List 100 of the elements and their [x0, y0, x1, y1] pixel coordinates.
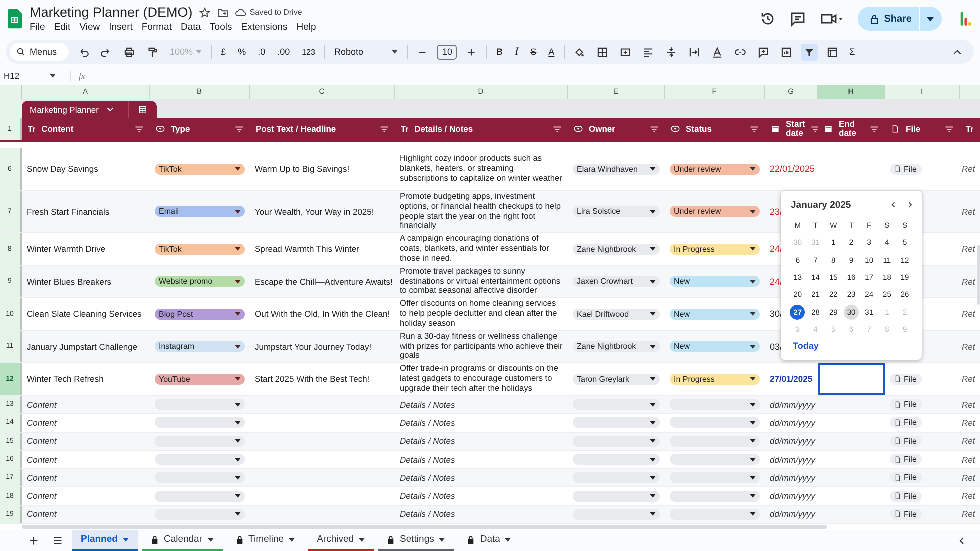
bold-button[interactable]: B [493, 47, 506, 57]
filter-icon[interactable] [870, 126, 879, 132]
status-chip[interactable]: New [670, 308, 760, 320]
filter-icon[interactable] [235, 126, 244, 132]
file-chip[interactable]: File [890, 374, 922, 384]
italic-button[interactable]: I [512, 46, 522, 58]
owner-chip[interactable]: Zane Nightbrook [573, 341, 660, 352]
menu-item[interactable]: Extensions [241, 22, 288, 33]
file-chip[interactable]: File [890, 454, 922, 466]
comment-icon[interactable] [790, 11, 806, 27]
column-heading[interactable]: Tr [960, 118, 980, 140]
type-chip[interactable]: Instagram [155, 341, 245, 352]
number-format-button[interactable]: 123 [299, 48, 318, 56]
previous-month-icon[interactable] [890, 201, 898, 209]
currency-format-button[interactable]: £ [218, 47, 230, 57]
status-chip[interactable]: Under review [670, 206, 760, 217]
sheet-tab[interactable]: Data [458, 530, 520, 551]
column-heading[interactable]: Tr Details / Notes [395, 118, 568, 140]
file-chip[interactable]: File [890, 399, 922, 410]
type-chip[interactable]: Blog Post [155, 308, 245, 320]
owner-chip[interactable]: Lira Solstice [573, 206, 660, 217]
column-heading[interactable]: Status [665, 118, 765, 140]
status-chip[interactable]: Under review [670, 164, 760, 174]
menu-item[interactable]: Tools [210, 22, 232, 33]
filter-icon[interactable] [650, 126, 659, 132]
next-month-icon[interactable] [906, 201, 914, 209]
name-box[interactable]: H12 [4, 70, 56, 80]
filter-icon[interactable] [811, 126, 818, 132]
sheet-tab[interactable]: Settings [378, 530, 454, 551]
column-heading[interactable]: Tr Content [22, 118, 150, 140]
scrollbar-thumb[interactable] [977, 245, 980, 305]
type-chip[interactable]: TikTok [155, 164, 245, 174]
column-heading[interactable]: Owner [568, 118, 665, 140]
date-cell: 22/01/2025 [770, 164, 816, 174]
owner-chip[interactable]: Zane Nightbrook [573, 244, 660, 254]
column-heading[interactable]: File [885, 118, 960, 140]
bar-chart-icon[interactable] [960, 10, 972, 28]
table-cell: Out With the Old, In With the Clean! [255, 309, 390, 319]
file-chip[interactable]: File [890, 164, 922, 174]
menu-item[interactable]: View [80, 22, 100, 33]
strikethrough-button[interactable]: S [528, 47, 540, 57]
font-size-field[interactable]: 10 [437, 44, 458, 60]
type-chip[interactable]: Email [155, 206, 245, 217]
column-heading[interactable]: Type [150, 118, 250, 140]
filter-icon[interactable] [380, 126, 389, 132]
menu-item[interactable]: Help [296, 22, 316, 33]
menu-item[interactable]: Insert [109, 22, 133, 33]
menu-item[interactable]: Edit [54, 22, 71, 33]
filter-icon[interactable] [553, 126, 562, 132]
search-menus-field[interactable]: Menus [10, 43, 70, 61]
filter-icon[interactable] [945, 126, 954, 132]
selected-cell[interactable] [818, 363, 885, 395]
menu-item[interactable]: Format [142, 22, 172, 33]
status-chip[interactable]: In Progress [670, 244, 760, 254]
menu-item[interactable]: Data [180, 22, 202, 33]
share-button[interactable]: Share [858, 7, 942, 31]
functions-button[interactable]: Σ [846, 47, 858, 57]
status-chip[interactable]: New [670, 341, 760, 352]
sheet-tab[interactable]: Archived [308, 530, 374, 551]
table-cell-text: Promote travel packages to sunny destinations or virtual entertainment options to combat seasonal affective disorder [400, 266, 562, 296]
status-chip[interactable]: In Progress [670, 374, 760, 384]
increase-decimal-button[interactable]: .00 [274, 47, 294, 57]
column-heading[interactable]: Start date [765, 118, 818, 140]
column-heading[interactable]: End date [818, 118, 885, 140]
font-dropdown[interactable]: Roboto [331, 47, 402, 57]
sheet-tab[interactable]: Planned [72, 530, 138, 551]
text-color-button[interactable]: A [546, 47, 558, 57]
status-chip[interactable]: New [670, 276, 760, 287]
file-chip[interactable]: File [890, 417, 922, 428]
owner-chip[interactable]: Taron Greylark [573, 374, 660, 384]
table-cell: Escape the Chill—Adventure Awaits! [255, 276, 393, 286]
sheet-tab[interactable]: Timeline [226, 530, 304, 551]
filter-icon[interactable] [750, 126, 759, 132]
table-view-tab[interactable] [128, 101, 157, 118]
column-heading[interactable]: Post Text / Headline [250, 118, 395, 140]
sheets-logo-icon[interactable] [8, 9, 22, 29]
filter-icon[interactable] [800, 44, 818, 60]
owner-chip[interactable]: Jaxen Crowhart [573, 276, 660, 287]
table-name-tab[interactable]: Marketing Planner [22, 101, 128, 118]
filter-icon[interactable] [135, 126, 144, 132]
type-chip[interactable]: YouTube [155, 374, 245, 384]
file-chip[interactable]: File [890, 508, 922, 520]
today-link[interactable]: Today [789, 341, 914, 352]
file-chip[interactable]: File [890, 436, 922, 447]
decrease-decimal-button[interactable]: .0 [255, 47, 269, 57]
type-chip[interactable]: Website promo [155, 276, 245, 287]
folder-icon[interactable] [216, 6, 229, 18]
sheet-tab[interactable]: Calendar [142, 530, 223, 551]
file-chip[interactable]: File [890, 490, 922, 502]
star-icon[interactable] [198, 6, 211, 18]
menu-item[interactable]: File [30, 22, 46, 33]
percent-format-button[interactable]: % [235, 47, 250, 57]
type-chip[interactable]: TikTok [155, 244, 245, 254]
file-icon [895, 492, 901, 500]
owner-chip[interactable]: Kael Driftwood [573, 308, 660, 320]
scrollbar-thumb[interactable] [22, 525, 827, 530]
file-chip[interactable]: File [890, 472, 922, 484]
history-icon[interactable] [760, 11, 776, 27]
owner-chip[interactable]: Elara Windhaven [573, 164, 660, 174]
document-title[interactable]: Marketing Planner (DEMO) [30, 5, 193, 20]
